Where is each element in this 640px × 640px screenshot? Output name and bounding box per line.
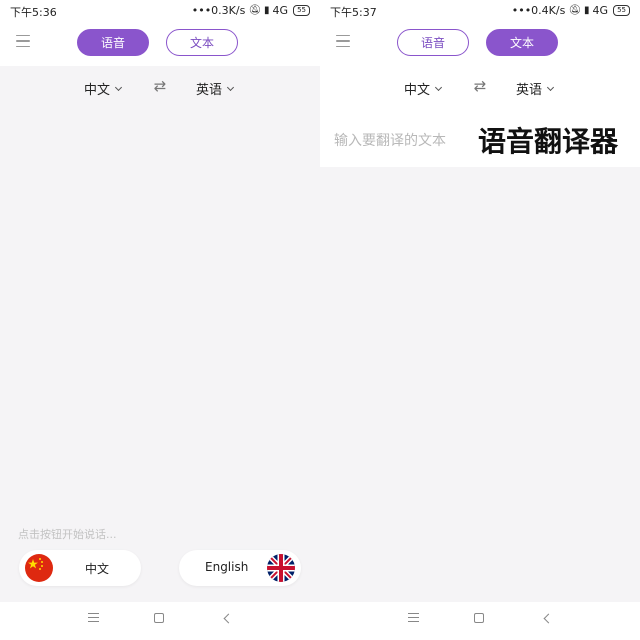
target-language-label: 英语: [516, 83, 543, 98]
menu-icon[interactable]: [336, 34, 350, 48]
battery-icon: 55: [613, 5, 630, 16]
overlay-title: 语音翻译器: [478, 125, 619, 158]
china-flag-icon: [25, 554, 53, 582]
status-indicators: •••0.4K/s 🔕︎ ▮ 4G 55: [512, 4, 630, 17]
network-type: 4G: [272, 4, 289, 17]
menu-icon[interactable]: [16, 34, 30, 48]
chevron-down-icon: [114, 83, 123, 91]
nav-menu-icon[interactable]: [408, 613, 419, 622]
battery-icon: 55: [293, 5, 310, 16]
network-speed: •••0.3K/s: [191, 4, 246, 17]
input-placeholder: 输入要翻译的文本: [334, 133, 446, 149]
signal-icon: ▮: [584, 5, 590, 16]
english-button-label: English: [205, 560, 249, 574]
translate-text-input[interactable]: 输入要翻译的文本 语音翻译器: [320, 110, 640, 167]
mute-icon: 🔕︎: [568, 5, 582, 16]
tab-text[interactable]: 文本: [166, 29, 238, 56]
language-bar: 中文 ⇄ 英语: [320, 66, 640, 110]
swap-arrows-icon[interactable]: ⇄: [152, 78, 168, 94]
status-time: 下午5:37: [330, 6, 377, 19]
system-nav-bar: [0, 602, 320, 640]
chinese-speak-button[interactable]: 中文: [19, 550, 141, 586]
nav-back-icon[interactable]: [542, 613, 554, 624]
top-bar: 语音 文本: [320, 22, 640, 66]
chevron-down-icon: [226, 83, 235, 91]
target-language-select[interactable]: 英语: [516, 79, 555, 98]
source-language-label: 中文: [404, 83, 431, 98]
status-bar: 下午5:36 •••0.3K/s 🔕︎ ▮ 4G 55: [0, 0, 320, 22]
status-indicators: •••0.3K/s 🔕︎ ▮ 4G 55: [192, 4, 310, 17]
nav-menu-icon[interactable]: [88, 613, 99, 622]
target-language-label: 英语: [196, 83, 223, 98]
chevron-down-icon: [546, 83, 555, 91]
uk-flag-icon: [267, 554, 295, 582]
signal-icon: ▮: [264, 5, 270, 16]
nav-back-icon[interactable]: [222, 613, 234, 624]
target-language-select[interactable]: 英语: [196, 79, 235, 98]
source-language-select[interactable]: 中文: [84, 79, 123, 98]
top-bar: 语音 文本: [0, 22, 320, 66]
chevron-down-icon: [434, 83, 443, 91]
chinese-button-label: 中文: [85, 562, 110, 576]
network-type: 4G: [592, 4, 609, 17]
swap-arrows-icon[interactable]: ⇄: [472, 78, 488, 94]
english-speak-button[interactable]: English: [179, 550, 301, 586]
nav-home-icon[interactable]: [474, 613, 484, 623]
source-language-select[interactable]: 中文: [404, 79, 443, 98]
text-mode-screen: 下午5:37 •••0.4K/s 🔕︎ ▮ 4G 55 语音 文本 中文 ⇄ 英…: [320, 0, 640, 640]
nav-home-icon[interactable]: [154, 613, 164, 623]
tab-voice[interactable]: 语音: [397, 29, 469, 56]
tab-text[interactable]: 文本: [486, 29, 558, 56]
speak-hint: 点击按钮开始说话...: [18, 528, 117, 541]
status-bar: 下午5:37 •••0.4K/s 🔕︎ ▮ 4G 55: [320, 0, 640, 22]
status-time: 下午5:36: [10, 6, 57, 19]
system-nav-bar: [320, 602, 640, 640]
tab-voice[interactable]: 语音: [77, 29, 149, 56]
network-speed: •••0.4K/s: [511, 4, 566, 17]
source-language-label: 中文: [84, 83, 111, 98]
mute-icon: 🔕︎: [248, 5, 262, 16]
voice-mode-screen: 下午5:36 •••0.3K/s 🔕︎ ▮ 4G 55 语音 文本 中文 ⇄ 英…: [0, 0, 320, 640]
language-bar: 中文 ⇄ 英语: [0, 66, 320, 110]
